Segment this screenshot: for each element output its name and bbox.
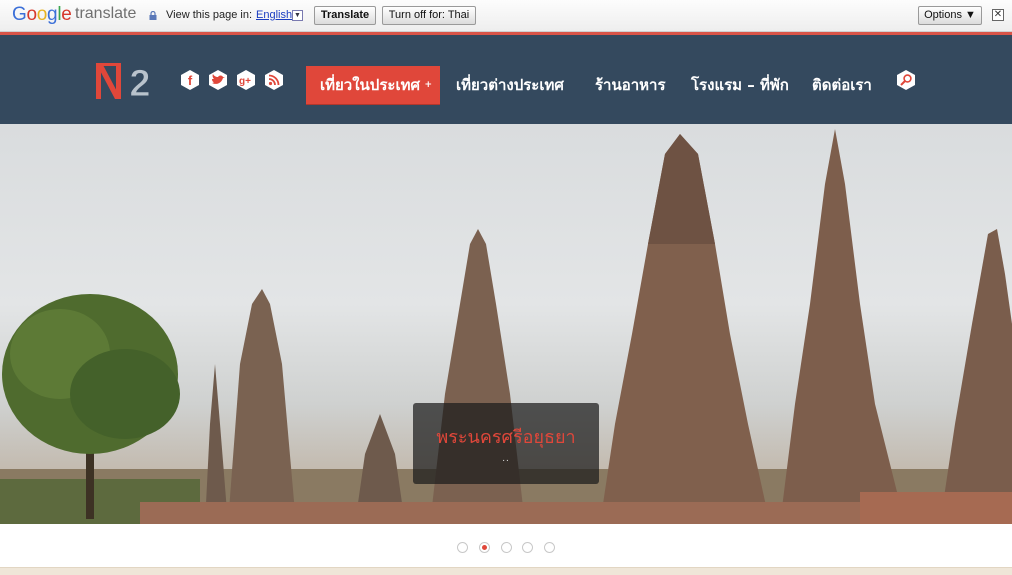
slider-pagination	[0, 524, 1012, 567]
slider-dot-3[interactable]	[501, 542, 512, 553]
nav-item-domestic-travel[interactable]: เที่ยวในประเทศ +	[306, 66, 440, 104]
rss-icon[interactable]	[263, 69, 285, 91]
content-area-top-edge	[0, 567, 1012, 575]
slider-dot-1[interactable]	[457, 542, 468, 553]
slide-caption[interactable]: พระนครศรีอยุธยา ..	[413, 403, 599, 484]
twitter-icon[interactable]	[207, 69, 229, 91]
slider-dot-5[interactable]	[544, 542, 555, 553]
translate-button[interactable]: Translate	[314, 6, 376, 25]
slide-caption-title[interactable]: พระนครศรีอยุธยา	[413, 422, 599, 451]
facebook-icon[interactable]: f	[179, 69, 201, 91]
nav-item-restaurants[interactable]: ร้านอาหาร	[595, 66, 666, 104]
googleplus-icon[interactable]: g+	[235, 69, 257, 91]
site-header: 2 f g+ เที่ยวในประเทศ + เที่ยวต่างประเทศ…	[0, 35, 1012, 124]
nav-item-hotels[interactable]: โรงแรม – ที่พัก	[691, 66, 789, 104]
svg-text:g+: g+	[239, 76, 251, 87]
search-icon[interactable]	[895, 69, 917, 91]
language-select-link[interactable]: English	[256, 9, 292, 21]
nav-item-label: เที่ยวในประเทศ	[320, 76, 420, 94]
options-button[interactable]: Options ▼	[918, 6, 982, 25]
view-page-in-label: View this page in:	[166, 9, 253, 21]
svg-text:2: 2	[129, 63, 150, 99]
svg-text:f: f	[188, 73, 193, 88]
submenu-plus-icon: +	[424, 80, 432, 90]
slide-caption-subtitle: ..	[502, 453, 510, 464]
google-logo: Google	[12, 4, 72, 25]
slider-dot-2[interactable]	[479, 542, 490, 553]
nav-item-contact[interactable]: ติดต่อเรา	[812, 66, 872, 104]
nav-item-international-travel[interactable]: เที่ยวต่างประเทศ	[456, 66, 564, 104]
ni2-logo-icon[interactable]: 2	[96, 63, 162, 99]
close-icon[interactable]: ✕	[992, 9, 1004, 21]
turn-off-thai-button[interactable]: Turn off for: Thai	[382, 6, 476, 25]
translate-logo-word: translate	[75, 5, 137, 22]
google-translate-bar: Google translate View this page in: Engl…	[0, 0, 1012, 32]
hero-slider-image[interactable]: พระนครศรีอยุธยา ..	[0, 124, 1012, 524]
slider-dot-4[interactable]	[522, 542, 533, 553]
lock-icon	[149, 11, 157, 20]
language-dropdown-arrow-icon[interactable]: ▼	[292, 10, 303, 21]
